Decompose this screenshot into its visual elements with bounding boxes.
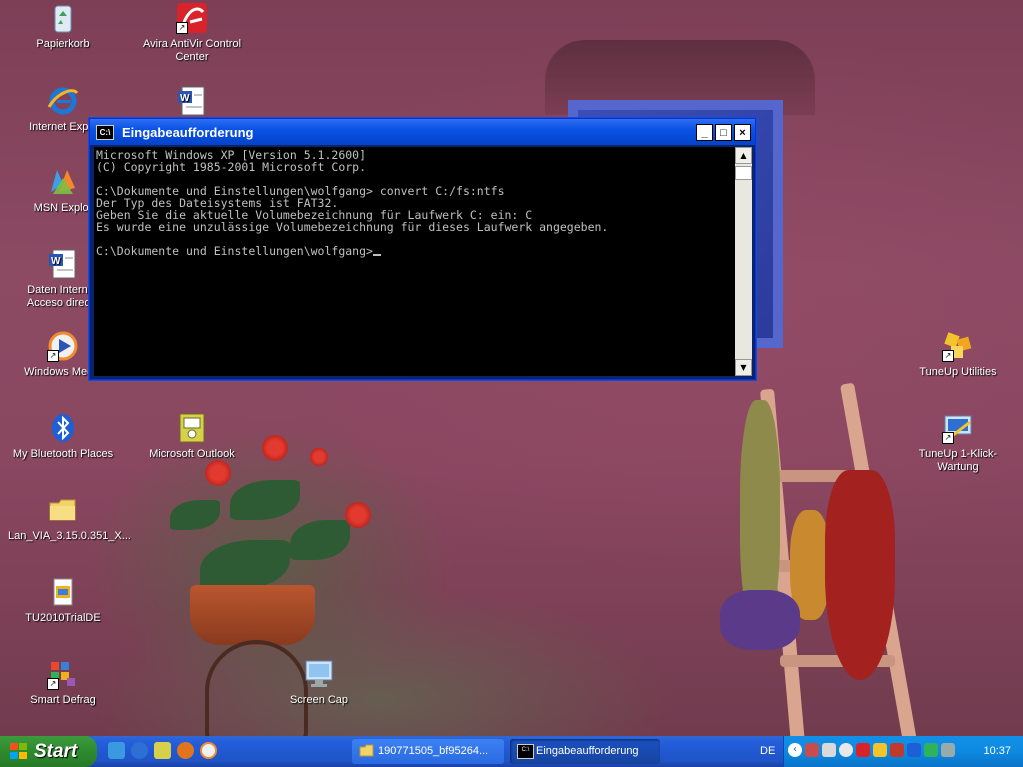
tuneup-wartung-icon: ↗ (942, 412, 974, 444)
desktop-icon-bluetooth[interactable]: My Bluetooth Places (8, 412, 118, 461)
quick-launch-ie-icon[interactable] (108, 742, 125, 759)
windows-logo-icon (10, 743, 28, 760)
console-icon: C:\ (96, 124, 114, 140)
security-tray-icon[interactable] (890, 743, 904, 757)
word-document-icon: W (176, 85, 208, 117)
system-tray: ‹ 10:37 (783, 736, 1023, 767)
scroll-thumb[interactable] (735, 166, 752, 180)
svg-text:W: W (51, 256, 61, 267)
minimize-button[interactable]: _ (696, 123, 713, 141)
outlook-icon (176, 412, 208, 444)
console-icon: C:\ (517, 744, 534, 759)
desktop-icon-papierkorb[interactable]: Papierkorb (8, 2, 118, 51)
recycle-bin-icon (47, 2, 79, 34)
taskbar-task-folder[interactable]: 190771505_bf95264... (352, 739, 504, 764)
bluetooth-icon (47, 412, 79, 444)
start-label: Start (34, 741, 78, 762)
desktop-icon-tuneup-wartung[interactable]: ↗ TuneUp 1-Klick-Wartung (903, 412, 1013, 474)
monitor-icon (303, 658, 335, 690)
desktop-icon-word-document[interactable]: W (137, 85, 247, 121)
monitor-tray-icon[interactable] (941, 743, 955, 757)
console-window[interactable]: C:\ Eingabeaufforderung _ □ × Microsoft … (89, 118, 756, 380)
desktop-icon-tuneup-utilities[interactable]: ↗ TuneUp Utilities (903, 330, 1013, 379)
network-icon[interactable] (805, 743, 819, 757)
console-output[interactable]: Microsoft Windows XP [Version 5.1.2600](… (94, 147, 735, 376)
language-indicator[interactable]: DE (760, 736, 775, 767)
quick-launch (108, 742, 217, 759)
update-tray-icon[interactable] (924, 743, 938, 757)
volume-icon[interactable] (839, 743, 853, 757)
installer-icon (47, 576, 79, 608)
desktop-icon-lan-via-folder[interactable]: Lan_VIA_3.15.0.351_X... (8, 494, 131, 543)
folder-icon (47, 494, 79, 526)
console-line: (C) Copyright 1985-2001 Microsoft Corp. (96, 160, 367, 174)
defrag-icon: ↗ (47, 658, 79, 690)
avira-icon: ↗ (176, 2, 208, 34)
maximize-button[interactable]: □ (715, 123, 732, 141)
tuneup-icon: ↗ (942, 330, 974, 362)
console-prompt-line: C:\Dokumente und Einstellungen\wolfgang> (96, 245, 733, 257)
console-titlebar[interactable]: C:\ Eingabeaufforderung _ □ × (90, 119, 755, 145)
close-button[interactable]: × (734, 123, 751, 141)
console-prompt: C:\Dokumente und Einstellungen\wolfgang> (96, 244, 373, 258)
vertical-scrollbar[interactable]: ▲ ▼ (735, 147, 752, 376)
quick-launch-firefox-icon[interactable] (177, 742, 194, 759)
quick-launch-outlook-icon[interactable] (154, 742, 171, 759)
desktop-icon-avira[interactable]: ↗ Avira AntiVir Control Center (137, 2, 247, 64)
desktop-icon-smart-defrag[interactable]: ↗ Smart Defrag (8, 658, 118, 707)
quick-launch-media-player-icon[interactable] (200, 742, 217, 759)
chevron-left-icon[interactable]: ‹ (788, 743, 802, 757)
clock[interactable]: 10:37 (983, 736, 1011, 767)
internet-explorer-icon (47, 85, 79, 117)
start-button[interactable]: Start (0, 736, 97, 767)
desktop-icon-tu2010trialde[interactable]: TU2010TrialDE (8, 576, 118, 625)
text-cursor (372, 254, 381, 256)
desktop-icon-screen-cap[interactable]: Screen Cap (264, 658, 374, 707)
folder-icon (359, 744, 374, 757)
avira-tray-icon[interactable] (856, 743, 870, 757)
windows-media-icon: ↗ (47, 330, 79, 362)
desktop-icon-outlook[interactable]: Microsoft Outlook (137, 412, 247, 461)
console-title: Eingabeaufforderung (122, 124, 254, 140)
console-line: Es wurde eine unzulässige Volumebezeichn… (96, 220, 609, 234)
taskbar: Start 190771505_bf95264... C:\ Eingabeau… (0, 736, 1023, 767)
word-document-icon: W (47, 248, 79, 280)
display-icon[interactable] (822, 743, 836, 757)
taskbar-task-console[interactable]: C:\ Eingabeaufforderung (510, 739, 660, 764)
scroll-down-button[interactable]: ▼ (735, 359, 752, 376)
scroll-up-button[interactable]: ▲ (735, 147, 752, 164)
tuneup-tray-icon[interactable] (873, 743, 887, 757)
quick-launch-browser-icon[interactable] (131, 742, 148, 759)
msn-icon (47, 166, 79, 198)
bluetooth-tray-icon[interactable] (907, 743, 921, 757)
svg-text:W: W (180, 93, 190, 104)
